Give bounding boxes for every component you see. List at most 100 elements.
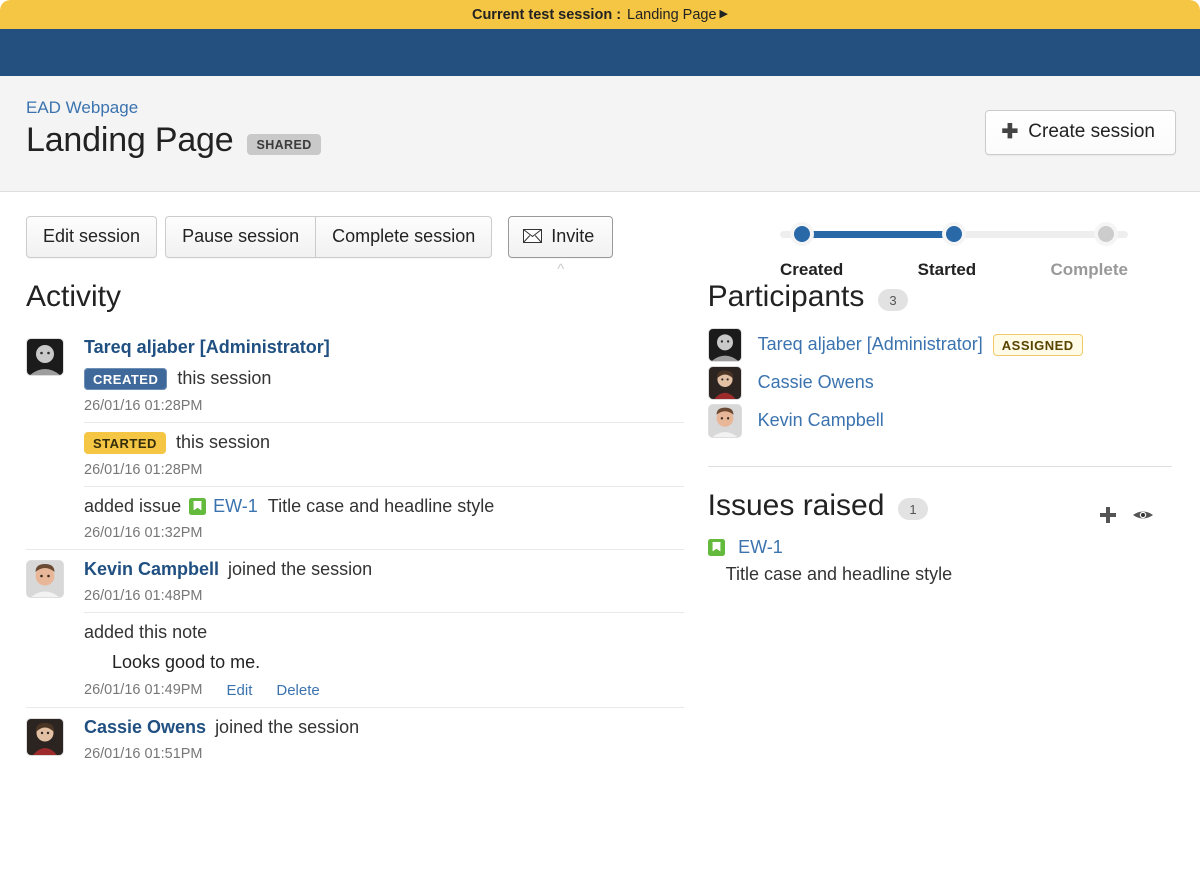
activity-timestamp: 26/01/16 01:49PM (84, 682, 203, 698)
session-toolbar: Edit session Pause session Complete sess… (0, 192, 1200, 258)
activity-group: Tareq aljaber [Administrator] CREATED th… (26, 328, 684, 549)
complete-session-button[interactable]: Complete session (316, 216, 492, 258)
invite-label: Invite (551, 226, 594, 247)
status-badge-created: CREATED (84, 368, 167, 390)
activity-timestamp: 26/01/16 01:48PM (84, 588, 684, 604)
invite-wrapper: Invite ^ (508, 216, 613, 258)
activity-entries: Kevin Campbell joined the session 26/01/… (84, 550, 684, 707)
issue-key-link[interactable]: EW-1 (213, 496, 258, 517)
pause-session-button[interactable]: Pause session (165, 216, 316, 258)
issues-raised-count: 1 (898, 498, 927, 520)
activity-entries: Tareq aljaber [Administrator] CREATED th… (84, 328, 684, 549)
sidebar-column: Participants 3 Tareq aljaber [Admin (708, 258, 1176, 770)
activity-line: Cassie Owens joined the session (84, 717, 684, 738)
avatar-tareq (708, 328, 742, 362)
activity-group: Cassie Owens joined the session 26/01/16… (26, 707, 684, 770)
chevron-up-icon: ^ (557, 262, 564, 277)
activity-line: STARTED this session (84, 432, 684, 454)
current-session-name[interactable]: Landing Page (627, 7, 717, 23)
create-session-label: Create session (1028, 121, 1155, 143)
triangle-right-icon: ▶ (720, 9, 728, 20)
status-badge-started: STARTED (84, 432, 166, 454)
issue-key-link[interactable]: EW-1 (738, 537, 783, 557)
activity-line: Tareq aljaber [Administrator] (84, 337, 684, 358)
invite-button[interactable]: Invite (508, 216, 613, 258)
sidebar-divider (708, 466, 1172, 467)
tracker-label-created: Created (780, 260, 843, 280)
activity-user[interactable]: Kevin Campbell (84, 559, 219, 580)
current-session-label: Current test session : (472, 7, 621, 23)
tracker-fill (794, 231, 960, 238)
issue-summary: Title case and headline style (726, 564, 1176, 585)
activity-note-text: Looks good to me. (112, 652, 684, 673)
activity-entries: Cassie Owens joined the session 26/01/16… (84, 708, 684, 770)
activity-group: Kevin Campbell joined the session 26/01/… (26, 549, 684, 707)
session-progress-tracker: Created Started Complete (780, 226, 1128, 280)
activity-timestamp: 26/01/16 01:51PM (84, 746, 684, 762)
tracker-dot-complete[interactable] (1098, 226, 1114, 242)
avatar-cassie (26, 718, 64, 756)
activity-title: Activity (26, 280, 684, 314)
page-header: EAD Webpage Landing Page SHARED ✚ Create… (0, 76, 1200, 192)
main-columns: Activity Tareq aljaber [Administr (0, 258, 1200, 770)
delete-note-link[interactable]: Delete (276, 682, 319, 699)
current-session-banner[interactable]: Current test session : Landing Page ▶ (0, 0, 1200, 29)
activity-user[interactable]: Cassie Owens (84, 717, 206, 738)
activity-entry: STARTED this session 26/01/16 01:28PM (84, 422, 684, 486)
activity-entry: Tareq aljaber [Administrator] CREATED th… (84, 328, 684, 422)
eye-icon[interactable] (1132, 508, 1154, 522)
edit-session-button[interactable]: Edit session (26, 216, 157, 258)
assigned-badge: ASSIGNED (993, 334, 1083, 356)
tracker-dot-started[interactable] (946, 226, 962, 242)
participant-name[interactable]: Tareq aljaber [Administrator] (758, 334, 983, 355)
participants-title-label: Participants (708, 280, 865, 314)
tracker-label-complete: Complete (1051, 260, 1128, 280)
edit-note-link[interactable]: Edit (227, 682, 253, 699)
issues-raised-title-label: Issues raised (708, 489, 885, 523)
breadcrumb[interactable]: EAD Webpage (26, 98, 138, 118)
participants-count: 3 (878, 289, 907, 311)
issue-summary: Title case and headline style (268, 496, 494, 517)
envelope-icon (523, 229, 542, 243)
activity-timestamp: 26/01/16 01:28PM (84, 462, 684, 478)
activity-entry: added issue EW-1 Title case and headline… (84, 486, 684, 549)
activity-entry: added this note Looks good to me. 26/01/… (84, 612, 684, 707)
activity-user[interactable]: Tareq aljaber [Administrator] (84, 337, 330, 358)
note-actions: 26/01/16 01:49PM Edit Delete (84, 682, 684, 699)
jira-story-icon (189, 498, 206, 515)
shared-badge: SHARED (247, 134, 320, 155)
tracker-dot-created[interactable] (794, 226, 810, 242)
participant-row: Kevin Campbell (708, 404, 1176, 438)
page-title: Landing Page (26, 121, 233, 160)
participant-name[interactable]: Cassie Owens (758, 372, 874, 393)
participants-title: Participants 3 (708, 280, 1176, 314)
activity-timestamp: 26/01/16 01:32PM (84, 525, 684, 541)
avatar-cassie (708, 366, 742, 400)
issues-raised-header: Issues raised 1 (708, 489, 1176, 523)
activity-entry-prefix: added issue (84, 496, 181, 517)
activity-line: added issue EW-1 Title case and headline… (84, 496, 684, 517)
avatar-kevin (708, 404, 742, 438)
participant-row: Cassie Owens (708, 366, 1176, 400)
app-navigation-bar (0, 29, 1200, 76)
activity-entry-text: this session (177, 368, 271, 389)
activity-line: CREATED this session (84, 368, 684, 390)
plus-icon: ✚ (1002, 122, 1019, 142)
activity-entry: Cassie Owens joined the session 26/01/16… (84, 708, 684, 770)
activity-timestamp: 26/01/16 01:28PM (84, 398, 684, 414)
avatar-kevin (26, 560, 64, 598)
plus-icon[interactable] (1098, 505, 1118, 525)
participant-name[interactable]: Kevin Campbell (758, 410, 884, 431)
jira-story-icon (708, 539, 725, 556)
tracker-line (780, 226, 1128, 242)
activity-line: added this note (84, 622, 684, 643)
issue-raised-item: EW-1 Title case and headline style (708, 537, 1176, 585)
activity-entry-text: joined the session (228, 559, 372, 580)
avatar-tareq (26, 338, 64, 376)
activity-entry: Kevin Campbell joined the session 26/01/… (84, 550, 684, 612)
activity-entry-text: joined the session (215, 717, 359, 738)
participants-list: Tareq aljaber [Administrator] ASSIGNED (708, 328, 1176, 438)
tracker-label-started: Started (918, 260, 977, 280)
create-session-button[interactable]: ✚ Create session (985, 110, 1177, 155)
session-state-button-group: Pause session Complete session (165, 216, 492, 258)
